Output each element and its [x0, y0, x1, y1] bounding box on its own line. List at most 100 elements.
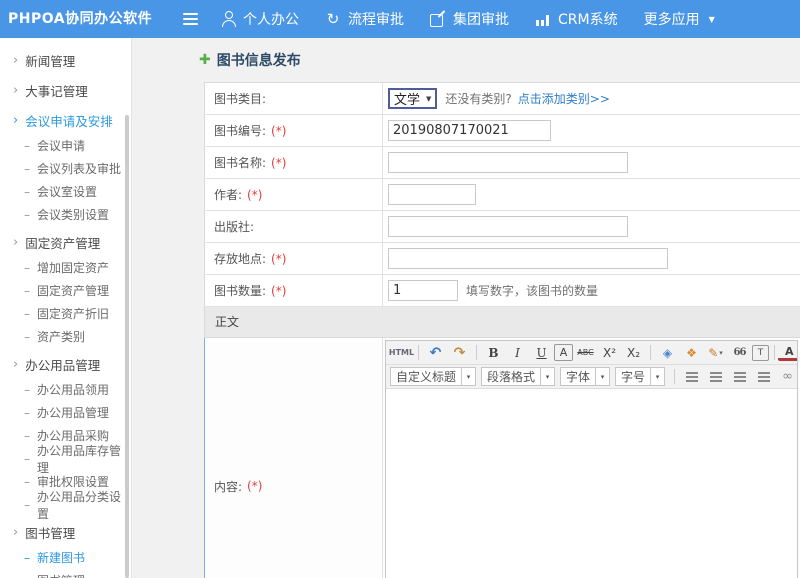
- sidebar-item-label: 办公用品领用: [37, 381, 109, 398]
- nav-process-approval[interactable]: ↻ 流程审批: [325, 9, 404, 29]
- sidebar-item[interactable]: – 会议类别设置: [0, 203, 131, 226]
- app-window: PHPOA协同办公软件 个人办公 ↻ 流程审批 集团审批 CRM系统 更多应用 …: [0, 0, 800, 578]
- main-content: ✚ 图书信息发布 图书类目: 文学 ▼ 还没有类别? 点击添加类别>>: [133, 38, 800, 578]
- sidebar: › 新闻管理 › 大事记管理 › 会议申请及安排 – 会议申请 – 会议列表及审…: [0, 38, 132, 578]
- required-mark: (*): [271, 156, 286, 170]
- quantity-input[interactable]: [388, 280, 458, 301]
- category-hint: 还没有类别?: [445, 90, 511, 107]
- font-size-dropdown[interactable]: 字号▾: [615, 367, 665, 386]
- sidebar-item[interactable]: › 办公用品管理: [0, 350, 131, 378]
- sidebar-item[interactable]: – 办公用品库存管理: [0, 447, 131, 470]
- publisher-input[interactable]: [388, 216, 628, 237]
- align-right-icon[interactable]: [728, 367, 751, 386]
- italic-button[interactable]: I: [506, 343, 529, 362]
- nav-group-approval[interactable]: 集团审批: [430, 9, 509, 29]
- sidebar-item-marker-icon: –: [24, 284, 30, 298]
- author-input[interactable]: [388, 184, 476, 205]
- sidebar-item-label: 新建图书: [37, 549, 85, 566]
- sidebar-item-marker-icon: –: [24, 139, 30, 153]
- person-icon: [220, 11, 236, 27]
- paste-text-button[interactable]: T: [752, 345, 769, 361]
- storage-location-input[interactable]: [388, 248, 668, 269]
- sidebar-item-marker-icon: –: [24, 208, 30, 222]
- blockquote-button[interactable]: 66: [728, 343, 751, 362]
- sidebar-item[interactable]: – 固定资产折旧: [0, 302, 131, 325]
- sidebar-item-label: 大事记管理: [25, 81, 88, 100]
- form-row-book-name: 图书名称: (*): [204, 147, 800, 179]
- sidebar-item[interactable]: – 会议室设置: [0, 180, 131, 203]
- sidebar-item[interactable]: – 图书管理: [0, 569, 131, 578]
- required-mark: (*): [271, 284, 286, 298]
- remove-format-icon[interactable]: ◈: [656, 343, 679, 362]
- font-family-dropdown[interactable]: 字体▾: [560, 367, 610, 386]
- sidebar-item[interactable]: – 办公用品管理: [0, 401, 131, 424]
- field-label: 图书名称:: [214, 154, 266, 171]
- nav-personal-office[interactable]: 个人办公: [220, 9, 299, 29]
- align-justify-icon[interactable]: [752, 367, 775, 386]
- align-center-icon[interactable]: [704, 367, 727, 386]
- top-bar: PHPOA协同办公软件 个人办公 ↻ 流程审批 集团审批 CRM系统 更多应用 …: [0, 0, 800, 38]
- sidebar-item-label: 会议申请及安排: [25, 111, 113, 130]
- editor-content-area[interactable]: [386, 389, 797, 578]
- form-row-category: 图书类目: 文学 ▼ 还没有类别? 点击添加类别>>: [204, 83, 800, 115]
- chevron-down-icon: ▼: [709, 15, 715, 24]
- sidebar-item[interactable]: – 会议申请: [0, 134, 131, 157]
- sidebar-item[interactable]: – 增加固定资产: [0, 256, 131, 279]
- book-name-input[interactable]: [388, 152, 628, 173]
- nav-label: 集团审批: [453, 9, 509, 29]
- sidebar-item[interactable]: › 大事记管理: [0, 76, 131, 104]
- strikethrough-button[interactable]: ABC: [574, 343, 597, 362]
- sidebar-item-marker-icon: –: [24, 307, 30, 321]
- quantity-hint: 填写数字，该图书的数量: [466, 282, 598, 299]
- superscript-button[interactable]: X²: [598, 343, 621, 362]
- select-caret-icon: ▼: [426, 95, 431, 103]
- sidebar-item-label: 图书管理: [37, 572, 85, 578]
- sidebar-item[interactable]: – 办公用品分类设置: [0, 493, 131, 516]
- insert-link-icon[interactable]: ∞: [776, 367, 797, 386]
- border-text-button[interactable]: A: [554, 344, 573, 361]
- paragraph-format-dropdown[interactable]: 段落格式▾: [481, 367, 555, 386]
- underline-button[interactable]: U: [530, 343, 553, 362]
- sidebar-item[interactable]: › 固定资产管理: [0, 228, 131, 256]
- required-mark: (*): [271, 252, 286, 266]
- book-number-input[interactable]: [388, 120, 551, 141]
- redo-icon[interactable]: ↷: [448, 343, 471, 362]
- book-category-select[interactable]: 文学 ▼: [388, 88, 437, 109]
- add-category-link[interactable]: 点击添加类别>>: [518, 90, 610, 107]
- hamburger-menu-icon[interactable]: [183, 13, 198, 25]
- align-left-icon[interactable]: [680, 367, 703, 386]
- sidebar-item-marker-icon: –: [24, 551, 30, 565]
- sidebar-item-marker-icon: ›: [13, 53, 18, 68]
- sidebar-item[interactable]: – 资产类别: [0, 325, 131, 348]
- required-mark: (*): [247, 479, 262, 493]
- nav-crm-system[interactable]: CRM系统: [535, 9, 618, 29]
- sidebar-item-label: 会议类别设置: [37, 206, 109, 223]
- sidebar-item[interactable]: › 新闻管理: [0, 46, 131, 74]
- subscript-button[interactable]: X₂: [622, 343, 645, 362]
- undo-icon[interactable]: ↶: [424, 343, 447, 362]
- sidebar-item-label: 办公用品库存管理: [37, 442, 131, 476]
- sidebar-item[interactable]: – 固定资产管理: [0, 279, 131, 302]
- sidebar-item-label: 资产类别: [37, 328, 85, 345]
- form-row-author: 作者: (*): [204, 179, 800, 211]
- nav-more-apps[interactable]: 更多应用 ▼: [644, 9, 715, 29]
- html-source-button[interactable]: HTML: [390, 343, 413, 362]
- bold-button[interactable]: B: [482, 343, 505, 362]
- field-label: 图书类目:: [214, 90, 266, 107]
- font-color-button[interactable]: A▾: [780, 343, 797, 362]
- sidebar-item-label: 办公用品管理: [25, 355, 100, 374]
- sidebar-item[interactable]: – 会议列表及审批: [0, 157, 131, 180]
- format-painter-icon[interactable]: ✎▾: [704, 343, 727, 362]
- sidebar-item[interactable]: – 办公用品领用: [0, 378, 131, 401]
- sidebar-item[interactable]: › 图书管理: [0, 518, 131, 546]
- caret-down-icon: ▾: [650, 368, 664, 385]
- sidebar-item-marker-icon: –: [24, 452, 30, 466]
- custom-heading-dropdown[interactable]: 自定义标题▾: [390, 367, 476, 386]
- sidebar-item[interactable]: – 新建图书: [0, 546, 131, 569]
- sidebar-item-label: 图书管理: [25, 523, 75, 542]
- field-label: 内容:: [214, 478, 242, 495]
- sidebar-item[interactable]: › 会议申请及安排: [0, 106, 131, 134]
- form-row-location: 存放地点: (*): [204, 243, 800, 275]
- clear-format-icon[interactable]: ❖: [680, 343, 703, 362]
- sidebar-scrollbar-thumb[interactable]: [125, 115, 129, 578]
